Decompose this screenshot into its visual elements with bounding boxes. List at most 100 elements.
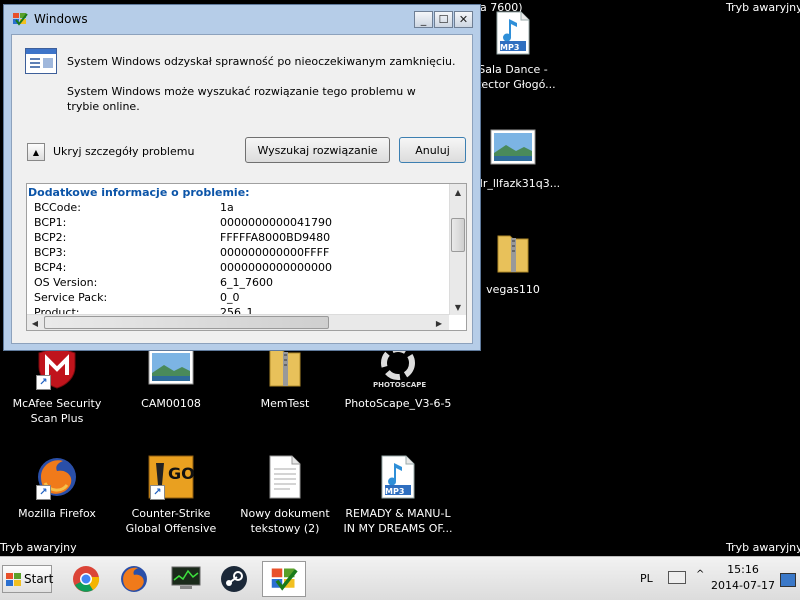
desktop-icon-mcafee[interactable]: ↗ McAfee Security Scan Plus <box>2 342 112 426</box>
safe-mode-label-bottom-right: Tryb awaryjny <box>726 541 800 554</box>
desktop-icon-label: Nowy dokument <box>240 507 330 520</box>
language-indicator[interactable]: PL <box>640 572 653 585</box>
desktop-icon-label: PhotoScape_V3-6-5 <box>344 397 452 410</box>
desktop-icon-label: McAfee Security <box>12 397 102 410</box>
details-row: BCP2: FFFFFA8000BD9480 <box>34 231 454 246</box>
desktop: a 7600) Tryb awaryjny Tryb awaryjny Tryb… <box>0 0 800 556</box>
desktop-icon-label: tekstowy (2) <box>250 522 320 535</box>
problem-details-box[interactable]: Dodatkowe informacje o problemie: BCCode… <box>26 183 467 331</box>
desktop-icon-firefox[interactable]: ↗ Mozilla Firefox <box>2 452 112 521</box>
horizontal-scrollbar[interactable]: ◀ ▶ <box>27 314 449 330</box>
mp3-badge: MP3 <box>385 487 405 496</box>
mp3-file-icon: MP3 <box>373 452 423 502</box>
search-solution-button[interactable]: Wyszukaj rozwiązanie <box>245 137 390 163</box>
desktop-icon-cam00108[interactable]: CAM00108 <box>116 342 226 411</box>
steam-icon <box>221 566 247 592</box>
desktop-icon-csgo[interactable]: GO ↗ Counter-Strike Global Offensive <box>116 452 226 536</box>
details-key: BCP3: <box>34 246 67 259</box>
details-row: Service Pack: 0_0 <box>34 291 454 306</box>
dialog-titlebar[interactable]: Windows _ ☐ ✕ <box>4 5 480 33</box>
details-value: 000000000000FFFF <box>220 246 330 259</box>
details-key: BCP4: <box>34 261 67 274</box>
taskbar-firefox[interactable] <box>112 561 156 597</box>
close-button[interactable]: ✕ <box>454 11 473 28</box>
start-label: Start <box>24 572 54 586</box>
vertical-scroll-thumb[interactable] <box>451 218 465 252</box>
mp3-file-icon: MP3 <box>488 8 538 58</box>
scroll-down-icon[interactable]: ▼ <box>450 299 466 315</box>
start-button[interactable]: Start <box>2 565 54 593</box>
minimize-button[interactable]: _ <box>414 11 433 28</box>
monitor-icon[interactable] <box>780 573 796 587</box>
zip-folder-icon <box>488 228 538 278</box>
details-key: Service Pack: <box>34 291 108 304</box>
details-value: 6_1_7600 <box>220 276 273 289</box>
clock-time[interactable]: 15:16 <box>710 563 776 576</box>
desktop-icon-remady-mp3[interactable]: MP3 REMADY & MANU-L IN MY DREAMS OF... <box>343 452 453 536</box>
photoscape-brand-text: PHOTOSCAPE <box>373 381 427 389</box>
minimize-icon: _ <box>420 13 427 26</box>
window-info-icon <box>25 48 57 74</box>
desktop-icon-label: CAM00108 <box>141 397 201 410</box>
scroll-up-icon[interactable]: ▲ <box>450 184 466 200</box>
windows-check-icon <box>271 568 298 591</box>
details-value: 0000000000041790 <box>220 216 332 229</box>
details-key: BCP1: <box>34 216 67 229</box>
csgo-icon: GO ↗ <box>146 452 196 502</box>
details-row: BCP4: 0000000000000000 <box>34 261 454 276</box>
scroll-left-icon[interactable]: ◀ <box>27 315 43 330</box>
chevron-up-icon: ▲ <box>32 147 40 157</box>
details-key: BCP2: <box>34 231 67 244</box>
cancel-button[interactable]: Anuluj <box>399 137 466 163</box>
safe-mode-label-bottom-left: Tryb awaryjny <box>0 541 77 554</box>
desktop-icon-photoscape[interactable]: PHOTOSCAPE PhotoScape_V3-6-5 <box>343 342 453 411</box>
maximize-icon: ☐ <box>438 13 449 26</box>
desktop-icon-label: Scan Plus <box>30 412 84 425</box>
desktop-icon-label: IN MY DREAMS OF... <box>343 522 453 535</box>
horizontal-scroll-thumb[interactable] <box>44 316 329 329</box>
details-value: 0_0 <box>220 291 240 304</box>
error-recovery-dialog: Windows _ ☐ ✕ System Windows odzyskał sp… <box>3 4 481 351</box>
safe-mode-label-top-right: Tryb awaryjny <box>726 1 800 14</box>
desktop-icon-label: REMADY & MANU-L <box>345 507 451 520</box>
taskbar: Start PL ^ 15:16 2014-07-17 <box>0 556 800 600</box>
details-row: OS Version: 6_1_7600 <box>34 276 454 291</box>
desktop-icon-label: otector Głogó... <box>470 78 556 91</box>
taskbar-task-manager[interactable] <box>164 561 208 597</box>
tray-expand-icon[interactable]: ^ <box>696 569 704 580</box>
desktop-icon-label: Mozilla Firefox <box>18 507 96 520</box>
scroll-right-icon[interactable]: ▶ <box>431 315 447 330</box>
taskbar-windows-dialog[interactable] <box>262 561 306 597</box>
task-manager-icon <box>171 566 201 589</box>
image-file-icon <box>488 122 538 172</box>
clock-date[interactable]: 2014-07-17 <box>710 579 776 592</box>
shortcut-arrow-icon: ↗ <box>36 485 51 500</box>
desktop-icon-label: vegas110 <box>486 283 540 296</box>
recovery-message: System Windows odzyskał sprawność po nie… <box>67 55 456 68</box>
maximize-button[interactable]: ☐ <box>434 11 453 28</box>
close-icon: ✕ <box>458 13 469 26</box>
details-value: 1a <box>220 201 234 214</box>
details-heading: Dodatkowe informacje o problemie: <box>28 186 250 199</box>
desktop-icon-label: Global Offensive <box>125 522 217 535</box>
taskbar-steam[interactable] <box>212 561 256 597</box>
mp3-badge: MP3 <box>500 43 520 52</box>
taskbar-chrome[interactable] <box>64 561 108 597</box>
vertical-scrollbar[interactable]: ▲ ▼ <box>449 184 466 315</box>
keyboard-icon[interactable] <box>668 571 686 584</box>
desktop-icon-label: Counter-Strike <box>131 507 211 520</box>
text-document-icon <box>260 452 310 502</box>
details-value: 0000000000000000 <box>220 261 332 274</box>
chrome-icon <box>73 566 100 592</box>
shortcut-arrow-icon: ↗ <box>36 375 51 390</box>
desktop-icon-memtest[interactable]: MemTest <box>230 342 340 411</box>
online-search-message: System Windows może wyszukać rozwiązanie… <box>67 85 416 113</box>
toggle-details-label[interactable]: Ukryj szczegóły problemu <box>53 145 194 158</box>
toggle-details-button[interactable]: ▲ <box>27 143 45 161</box>
desktop-icon-text-document[interactable]: Nowy dokument tekstowy (2) <box>230 452 340 536</box>
dialog-content: System Windows odzyskał sprawność po nie… <box>11 34 473 344</box>
details-key: OS Version: <box>34 276 98 289</box>
dialog-title: Windows <box>34 12 88 26</box>
details-row: BCP1: 0000000000041790 <box>34 216 454 231</box>
windows-logo-icon <box>6 572 21 586</box>
